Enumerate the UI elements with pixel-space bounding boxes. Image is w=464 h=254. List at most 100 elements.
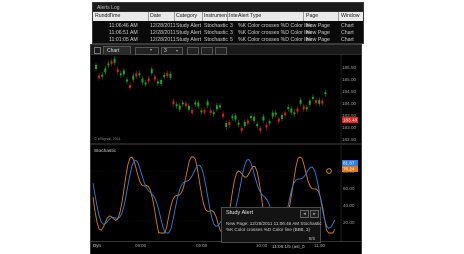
chevron-down-icon[interactable]: ▾ [150,47,152,52]
tab-chart[interactable]: Chart [103,46,131,54]
candle [175,104,178,107]
candle [178,105,181,110]
column-divider[interactable] [148,12,149,21]
study-alert-message: New Page: 12/28/2011 11:06:46 AM Stochas… [226,221,322,226]
candles-group [95,56,327,134]
cell-date: 12/28/2011 [150,22,176,29]
osc-axis-label: 20.00 [343,220,355,225]
candle [315,100,318,104]
candle [324,92,327,95]
column-divider[interactable] [227,12,228,21]
column-header-window[interactable]: Window [341,13,359,19]
interval-select[interactable]: 3 ▾ [161,46,183,55]
column-divider[interactable] [303,12,304,21]
alerts-log-titlebar[interactable]: Alerts Log [93,3,363,12]
candle [209,110,212,114]
previous-alert-button[interactable]: ◂ [300,210,309,218]
cell-category: Study Alert [176,36,202,43]
toolbar-button[interactable] [187,46,199,55]
chevron-down-icon: ▾ [176,47,179,53]
candle [197,102,200,107]
candle [110,61,113,65]
cell-date: 12/28/2011 [150,29,176,36]
candle [157,81,159,84]
candle [169,73,172,78]
price-pane[interactable]: 185.50 185.00 184.50 184.00 183.50 183.0… [91,55,361,143]
candle [237,122,240,125]
candle [200,110,203,113]
table-row[interactable]: 11:06:46 AM 12/28/2011 Study Alert Stoch… [93,22,363,29]
chart-toolbar: Chart ▾ 3 ▾ [91,45,361,55]
column-header-interval[interactable]: Inte [229,13,238,19]
column-divider[interactable] [338,12,339,21]
candle [277,118,280,122]
price-axis-label: 185.00 [342,77,356,82]
cell-time: 11:06:51 AM [109,29,138,36]
study-alert-popup[interactable]: Study Alert ◂ ▸ New Page: 12/28/2011 11:… [221,207,322,243]
column-header-date[interactable]: Date [150,13,161,19]
column-header-category[interactable]: Category [176,13,197,19]
candle [203,109,206,113]
osc-axis-label: 40.00 [343,203,355,208]
cell-interval: 5 [230,36,233,43]
column-header-time[interactable]: Time [109,13,120,19]
column-divider[interactable] [174,12,175,21]
candle [147,78,150,82]
candle [308,100,311,105]
candle [181,102,184,105]
column-header-page[interactable]: Page [306,13,318,19]
candle [135,73,138,77]
symbol-input[interactable] [135,46,159,55]
candle [240,127,243,131]
alerts-log-window: Alerts Log Rundo Time Date Category Inst… [92,2,364,44]
candle [296,108,299,112]
candle [129,84,132,88]
status-clock: 11:06:1/5 (asl_0 [272,244,305,249]
column-divider[interactable] [202,12,203,21]
study-alert-condition: %K Color crosses %D Color line (BB8, 3) [226,227,310,232]
price-axis-label: 185.50 [342,65,356,70]
candle [293,112,296,115]
cell-instrument: Stochastic [204,36,228,43]
column-header-rundo[interactable]: Rundo [95,13,110,19]
column-header-alert-type[interactable]: Alert Type [238,13,261,19]
candle [274,112,277,115]
column-header-instrument[interactable]: Instrument [204,13,229,19]
candle [246,120,249,124]
candle [284,112,287,116]
cell-alert-type: %K Color crosses %D Color line [238,29,313,36]
time-axis-label: 09:00 [196,243,208,248]
candle [256,124,259,127]
candle [268,121,271,124]
candle [312,96,314,99]
cell-category: Study Alert [176,29,202,36]
candle [188,105,190,110]
candle [281,114,283,119]
time-axis-label: 10:00 [256,243,268,248]
candle [215,105,218,110]
candle [184,103,187,107]
candle [104,68,107,73]
candle [321,100,324,104]
dyn-label[interactable]: Dyn [93,243,101,248]
candle [290,108,293,113]
toolbar-button[interactable] [215,46,227,55]
price-axis-label: 183.00 [342,125,356,130]
study-alert-title: Study Alert [226,210,254,216]
osc-k-value: 81.67 [343,161,355,166]
cell-date: 12/28/2011 [150,36,176,43]
table-row[interactable]: 11:01:05 AM 12/28/2011 Study Alert Stoch… [93,36,363,43]
candle [153,76,156,80]
candle [101,74,104,77]
cell-alert-type: %K Color crosses %D Color line [238,36,313,43]
next-alert-button[interactable]: ▸ [310,210,319,218]
candle [305,107,308,110]
toolbar-button[interactable] [201,46,213,55]
cell-interval: 3 [230,22,233,29]
oscillator-label: Stochastic [94,148,117,154]
cell-page: New Page [306,36,330,43]
window-menu-icon[interactable] [94,47,101,54]
candle [265,124,268,128]
candle [299,99,302,104]
table-row[interactable]: 11:06:51 AM 12/28/2011 Study Alert Stoch… [93,29,363,36]
